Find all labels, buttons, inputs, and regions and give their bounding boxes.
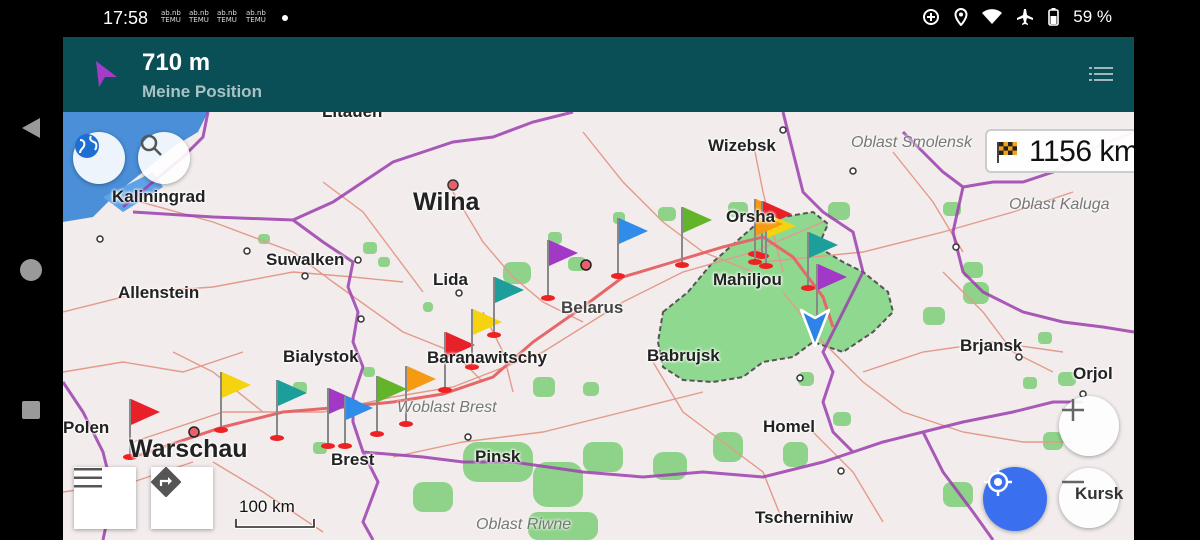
city-label: Allenstein bbox=[118, 283, 200, 302]
battery-icon bbox=[1048, 8, 1060, 26]
system-navigation-bar bbox=[0, 0, 63, 540]
screen-edge bbox=[1134, 0, 1200, 540]
status-bar: 17:58 ab.nb TEMU ab.nb TEMU ab.nb TEMU ab.n… bbox=[63, 0, 1134, 37]
map-layers-button[interactable] bbox=[73, 132, 125, 184]
search-icon bbox=[140, 134, 162, 156]
data-saver-icon bbox=[923, 9, 940, 25]
menu-list-icon[interactable] bbox=[1089, 66, 1113, 82]
region-label: Woblast Brest bbox=[397, 399, 497, 416]
city-label: Tschernihiw bbox=[755, 508, 853, 527]
directions-button[interactable] bbox=[151, 467, 213, 529]
city-label: Wizebsk bbox=[708, 136, 776, 155]
temu-notification-icon: ab.nb TEMU bbox=[189, 9, 209, 24]
location-icon bbox=[954, 8, 968, 26]
directions-icon bbox=[151, 467, 181, 497]
city-label: Orjol bbox=[1073, 364, 1113, 383]
recents-icon[interactable] bbox=[16, 395, 46, 425]
scale-bar: 100 km bbox=[235, 497, 316, 529]
route-header[interactable]: 710 m Meine Position bbox=[63, 37, 1134, 112]
city-label: Brest bbox=[331, 450, 375, 469]
wifi-icon bbox=[982, 9, 1003, 24]
position-label: Meine Position bbox=[142, 82, 262, 101]
my-location-button[interactable] bbox=[983, 467, 1047, 531]
search-button[interactable] bbox=[138, 132, 190, 184]
city-label: Suwalken bbox=[266, 250, 345, 269]
temu-notification-icon: ab.nb TEMU bbox=[246, 9, 266, 24]
city-label: Pinsk bbox=[475, 447, 521, 466]
country-label: Belarus bbox=[561, 298, 624, 317]
region-label: Oblast Smolensk bbox=[851, 134, 972, 151]
airplane-icon bbox=[1017, 9, 1034, 25]
destination-distance-widget[interactable]: 1156 km bbox=[985, 129, 1134, 173]
map-view[interactable]: Wizebsk Kaliningrad Wilna Suwalken Lida … bbox=[63, 112, 1134, 540]
main-menu-button[interactable] bbox=[74, 467, 136, 529]
city-label: Baranawitschy bbox=[427, 348, 547, 367]
plus-icon bbox=[1062, 399, 1084, 421]
temu-notification-icon: ab.nb TEMU bbox=[217, 9, 237, 24]
region-label: Oblast Kaluga bbox=[1009, 196, 1110, 213]
battery-percentage: 59 % bbox=[1073, 7, 1112, 26]
home-icon[interactable] bbox=[16, 255, 46, 285]
destination-distance: 1156 km bbox=[1029, 135, 1134, 168]
city-label: Mahiljou bbox=[713, 270, 782, 289]
scale-label: 100 km bbox=[239, 497, 295, 516]
back-icon[interactable] bbox=[16, 113, 46, 143]
region-label: Oblast Riwne bbox=[476, 516, 572, 533]
city-label: Wilna bbox=[413, 188, 480, 216]
map-canvas[interactable] bbox=[63, 112, 1134, 540]
scale-ruler bbox=[235, 519, 316, 529]
country-label: Litauen bbox=[322, 112, 382, 122]
checkered-flag-icon bbox=[997, 142, 1017, 163]
globe-icon bbox=[75, 134, 99, 158]
forest-patches bbox=[258, 202, 1076, 540]
more-notifications-dot bbox=[282, 15, 288, 21]
city-label: Orsha bbox=[726, 207, 776, 226]
city-label: Babrujsk bbox=[647, 346, 720, 365]
city-label: Lida bbox=[433, 270, 468, 289]
status-time: 17:58 bbox=[103, 8, 149, 28]
distance-to-target: 710 m bbox=[142, 49, 211, 76]
country-borders bbox=[63, 112, 1134, 540]
status-icons: 59 % bbox=[922, 7, 1112, 27]
city-label: Kaliningrad bbox=[112, 187, 206, 206]
flag-teal-icon[interactable] bbox=[487, 277, 524, 338]
temu-notification-icon: ab.nb TEMU bbox=[161, 9, 181, 24]
city-label: Homel bbox=[763, 417, 815, 436]
country-label: Polen bbox=[63, 418, 110, 437]
city-label: Brjansk bbox=[960, 336, 1023, 355]
crosshair-icon bbox=[984, 468, 1012, 496]
city-label: Kursk bbox=[1075, 484, 1124, 503]
zoom-in-button[interactable] bbox=[1059, 396, 1119, 456]
hamburger-menu-icon bbox=[74, 468, 102, 488]
city-label: Bialystok bbox=[283, 347, 359, 366]
direction-arrow-icon bbox=[96, 61, 117, 87]
city-label: Warschau bbox=[129, 435, 248, 463]
